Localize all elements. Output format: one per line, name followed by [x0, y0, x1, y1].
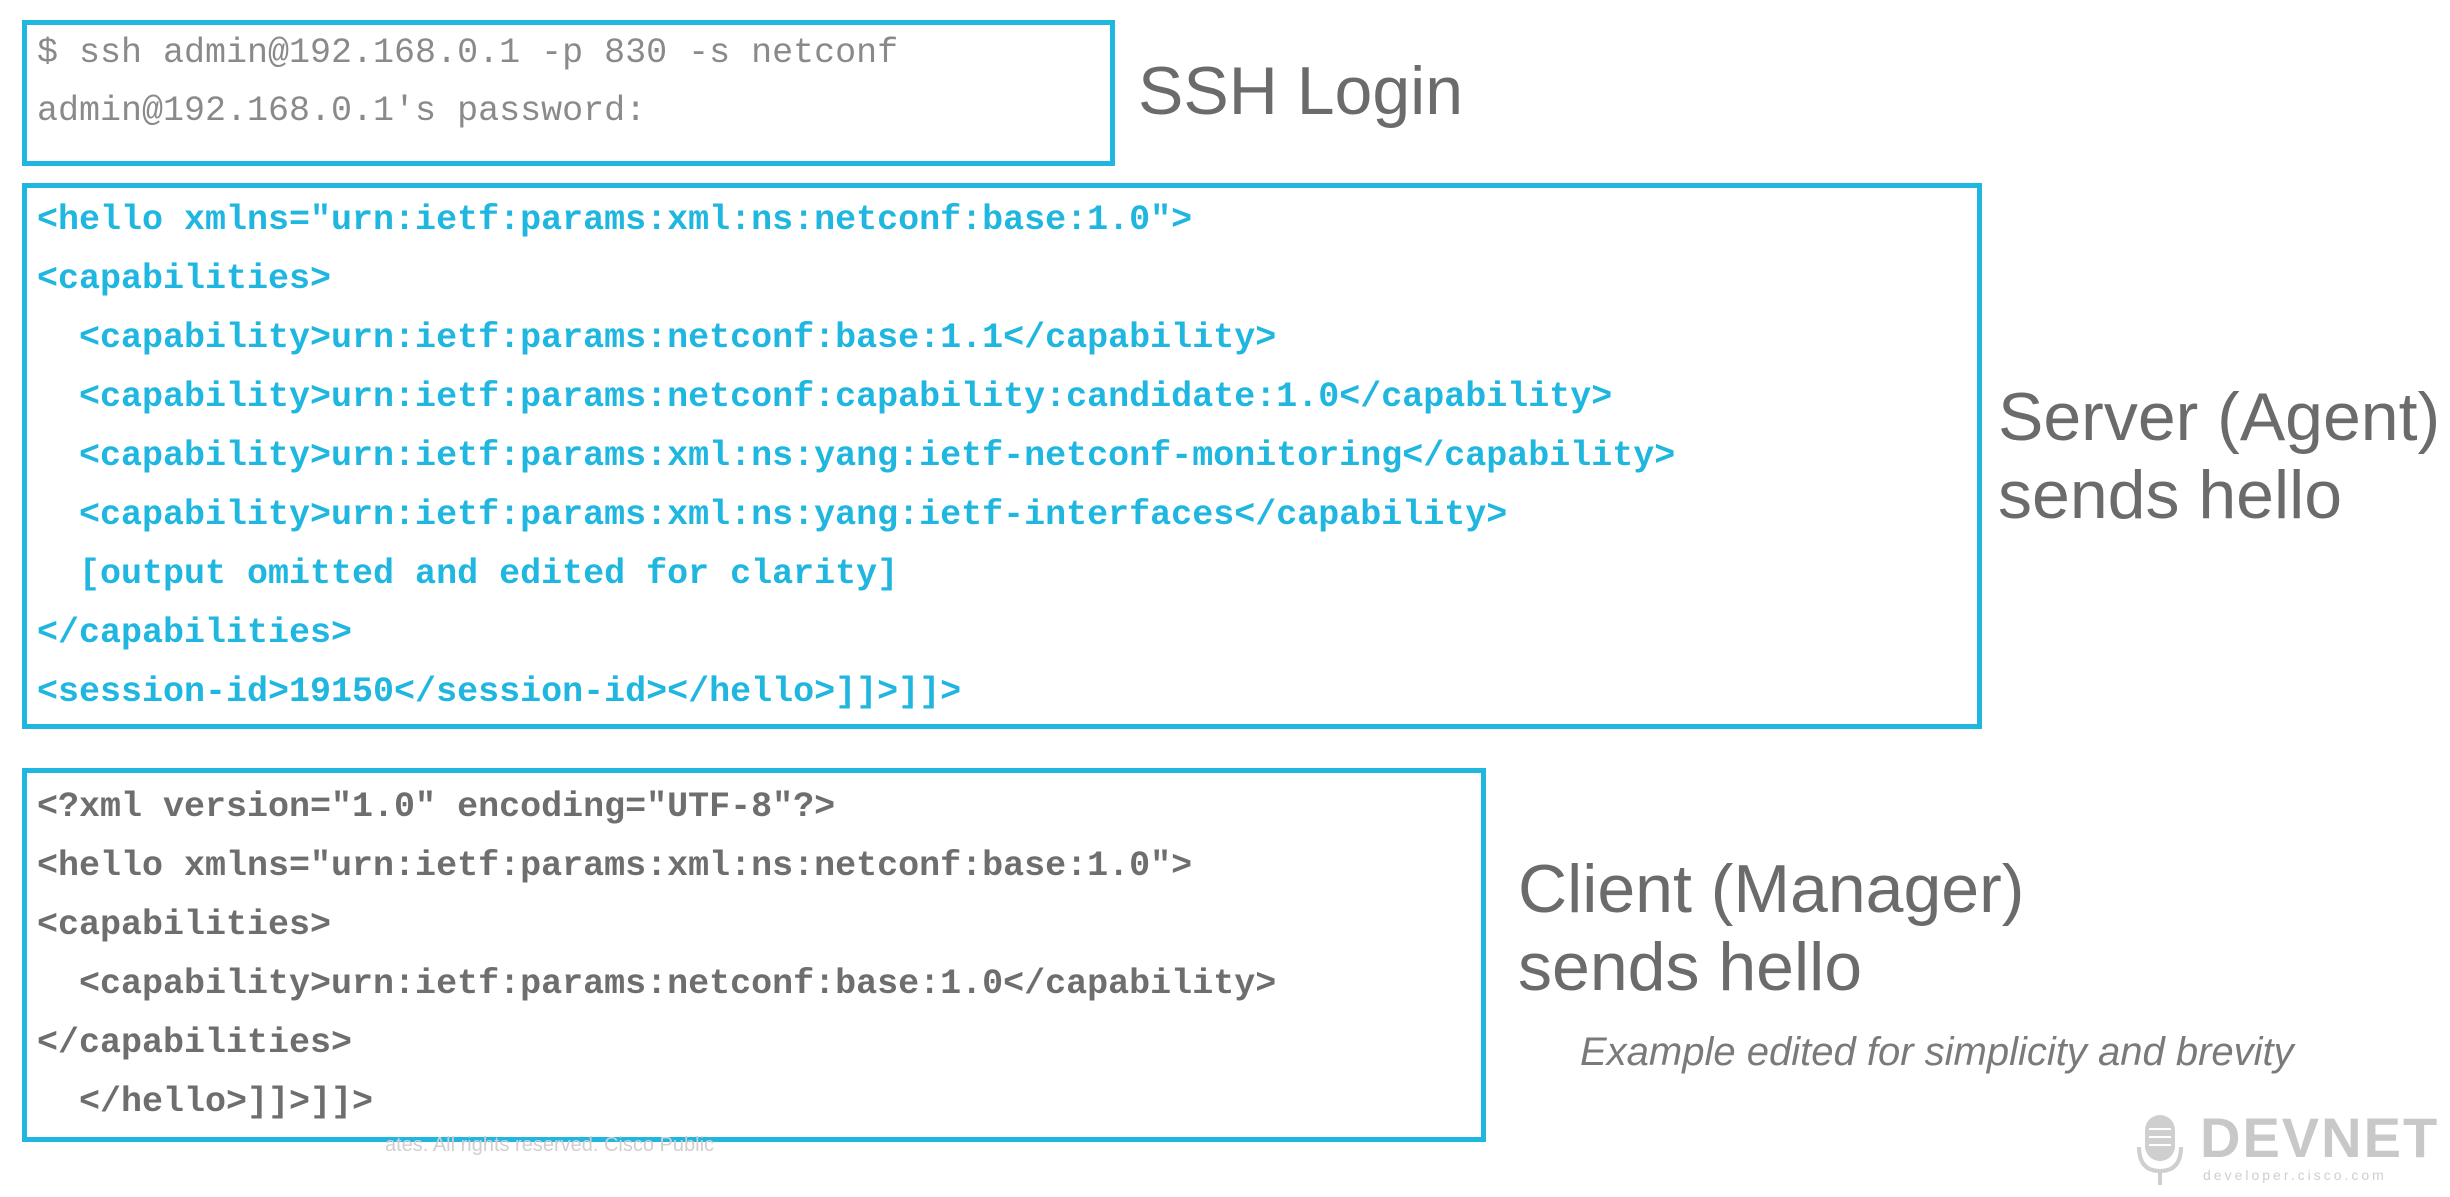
- devnet-logo: DEVNET developer.cisco.com: [2135, 1105, 2437, 1195]
- client-capability-line: <capability>urn:ietf:params:netconf:base…: [37, 964, 1277, 1004]
- client-hello-close: </hello>]]>]]>: [37, 1082, 374, 1122]
- server-label-line1: Server (Agent): [1998, 379, 2441, 455]
- server-capability-line: <capability>urn:ietf:params:netconf:capa…: [37, 377, 1613, 417]
- server-label-line2: sends hello: [1998, 457, 2343, 533]
- client-hello-box: <?xml version="1.0" encoding="UTF-8"?> <…: [22, 768, 1486, 1142]
- copyright-footer: ates. All rights reserved. Cisco Public: [385, 1134, 715, 1156]
- server-capability-line: <capability>urn:ietf:params:xml:ns:yang:…: [37, 436, 1676, 476]
- server-hello-box: <hello xmlns="urn:ietf:params:xml:ns:net…: [22, 183, 1982, 729]
- client-xml-declaration: <?xml version="1.0" encoding="UTF-8"?>: [37, 787, 836, 827]
- devnet-url: developer.cisco.com: [2203, 1167, 2387, 1183]
- server-capabilities-open: <capabilities>: [37, 259, 332, 299]
- ssh-login-label: SSH Login: [1138, 53, 1464, 129]
- client-label-line2: sends hello: [1518, 929, 1863, 1005]
- ssh-login-box: $ ssh admin@192.168.0.1 -p 830 -s netcon…: [22, 20, 1115, 166]
- client-capabilities-close: </capabilities>: [37, 1023, 353, 1063]
- server-hello-line: <hello xmlns="urn:ietf:params:xml:ns:net…: [37, 200, 1193, 240]
- server-capabilities-close: </capabilities>: [37, 613, 353, 653]
- server-capability-line: <capability>urn:ietf:params:xml:ns:yang:…: [37, 495, 1508, 535]
- simplicity-note: Example edited for simplicity and brevit…: [1580, 1030, 2294, 1074]
- server-session-id-line: <session-id>19150</session-id></hello>]]…: [37, 672, 962, 712]
- devnet-wordmark: DEVNET: [2200, 1106, 2440, 1169]
- client-label-line1: Client (Manager): [1518, 851, 2025, 927]
- server-omitted-note: [output omitted and edited for clarity]: [37, 554, 899, 594]
- microphone-icon: [2137, 1115, 2183, 1185]
- ssh-command-line: $ ssh admin@192.168.0.1 -p 830 -s netcon…: [37, 33, 899, 73]
- client-hello-line: <hello xmlns="urn:ietf:params:xml:ns:net…: [37, 846, 1193, 886]
- client-capabilities-open: <capabilities>: [37, 905, 332, 945]
- ssh-password-prompt: admin@192.168.0.1's password:: [37, 91, 647, 131]
- server-capability-line: <capability>urn:ietf:params:netconf:base…: [37, 318, 1277, 358]
